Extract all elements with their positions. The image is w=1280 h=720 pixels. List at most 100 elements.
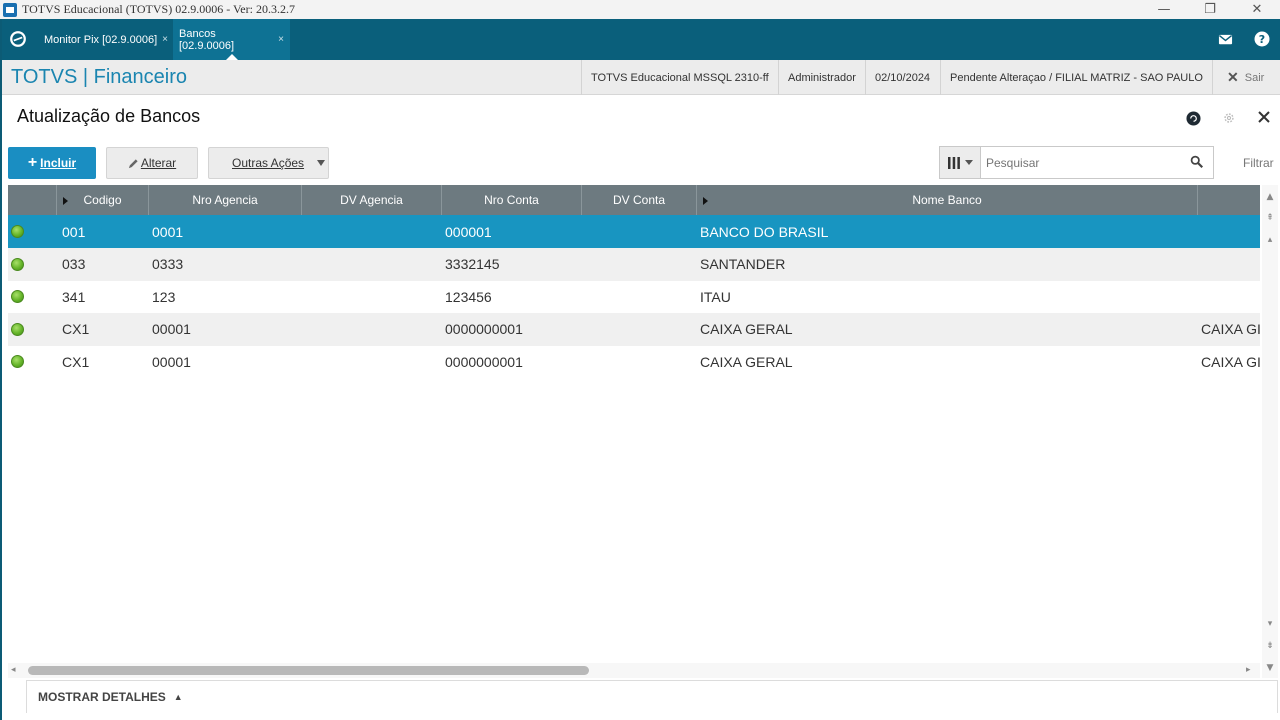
grid-header: Codigo Nro Agencia DV Agencia Nro Conta … [8,185,1260,215]
scroll-down-icon[interactable]: ▾ [1264,618,1276,630]
close-tab-icon[interactable]: × [162,34,168,45]
scroll-page-down-icon[interactable]: ⇟ [1264,640,1276,652]
scroll-bottom-icon[interactable]: ▼ [1264,662,1276,674]
pencil-icon [128,158,138,168]
search-input[interactable] [981,155,1181,170]
include-button[interactable]: + Incluir [8,147,96,179]
column-header-codigo[interactable]: Codigo [57,185,149,215]
status-green-icon [11,290,24,303]
dropdown-caret-icon [317,160,325,166]
cell-nro-agencia: 0001 [152,223,184,240]
cell-nro-conta: 3332145 [445,256,500,272]
tab-bancos[interactable]: Bancos [02.9.0006] × [173,19,290,60]
cell-extra: CAIXA GI [1201,321,1260,337]
close-page-icon[interactable] [1257,110,1271,124]
table-row[interactable]: CX1 00001 0000000001 CAIXA GERAL CAIXA GI [8,345,1260,378]
column-header-nro-agencia[interactable]: Nro Agencia [149,185,302,215]
table-row[interactable]: 001 0001 000001 BANCO DO BRASIL [8,215,1260,248]
cell-nome-banco: CAIXA GERAL [700,353,793,370]
page-title: Atualização de Bancos [17,106,201,126]
cell-nome-banco: SANTANDER [700,256,786,272]
cell-codigo: 001 [62,223,86,240]
column-header-label: Nro Conta [484,193,539,207]
expand-triangle-icon [63,197,68,205]
cell-codigo: CX1 [62,321,90,337]
horizontal-scrollbar[interactable]: ◂ ▸ [8,663,1260,678]
plus-icon: + [27,154,38,171]
cell-codigo: CX1 [62,353,90,370]
column-header-label: Nome Banco [912,193,982,207]
column-selector-button[interactable] [940,147,981,178]
cell-nome-banco: ITAU [700,288,731,305]
scroll-left-icon[interactable]: ◂ [11,665,16,675]
tab-label: Monitor Pix [02.9.0006] [44,33,158,46]
scroll-top-icon[interactable]: ▲ [1264,191,1276,203]
vertical-scrollbar[interactable]: ▲ ⇞ ▴ ▾ ⇟ ▼ [1262,185,1278,678]
totvs-home-icon[interactable] [8,29,28,49]
filter-button[interactable]: Filtrar [1243,156,1274,170]
chat-icon[interactable] [1186,111,1201,126]
help-icon[interactable]: ? [1253,30,1271,48]
settings-gear-icon[interactable] [1222,111,1236,125]
column-header-label: Codigo [83,193,122,207]
column-header-dv-agencia[interactable]: DV Agencia [302,185,442,215]
show-details-toggle[interactable]: MOSTRAR DETALHES ▲ [26,680,1278,713]
columns-icon [948,156,960,169]
mail-icon[interactable] [1216,30,1234,48]
minimize-button[interactable]: — [1141,0,1187,19]
search-icon[interactable] [1190,155,1204,169]
alter-label: Alterar [140,156,177,170]
cell-nro-conta: 0000000001 [445,321,523,337]
module-brand[interactable]: TOTVS | Financeiro [11,66,187,89]
include-label: Incluir [40,156,77,170]
scroll-right-icon[interactable]: ▸ [1246,665,1251,675]
status-green-icon [11,355,24,368]
scroll-page-up-icon[interactable]: ⇞ [1264,212,1276,224]
environment-label[interactable]: TOTVS Educacional MSSQL 2310-ff [581,60,778,95]
branch-label[interactable]: Pendente Alteraçao / FILIAL MATRIZ - SAO… [940,60,1212,95]
window-title: TOTVS Educacional (TOTVS) 02.9.0006 - Ve… [22,2,295,16]
alter-button[interactable]: Alterar [106,147,198,179]
close-window-button[interactable]: ✕ [1234,0,1280,19]
cell-codigo: 341 [62,288,86,305]
column-header-label: Nro Agencia [192,193,258,207]
banks-grid: Codigo Nro Agencia DV Agencia Nro Conta … [8,185,1260,663]
column-header-nome-banco[interactable]: Nome Banco [697,185,1198,215]
scroll-up-icon[interactable]: ▴ [1264,234,1276,246]
column-header-nro-conta[interactable]: Nro Conta [442,185,582,215]
cell-nome-banco: BANCO DO BRASIL [700,223,829,240]
cell-nro-conta: 000001 [445,223,492,240]
status-green-icon [11,322,24,336]
table-row[interactable]: 341 123 123456 ITAU [8,280,1260,313]
close-tab-icon[interactable]: × [278,34,284,45]
status-column-header[interactable] [8,185,57,215]
cell-extra: CAIXA GI [1201,353,1260,370]
other-actions-label: Outras Ações [232,156,305,170]
cell-nro-agencia: 123 [152,288,176,305]
table-row[interactable]: 033 0333 3332145 SANTANDER [8,247,1260,281]
tab-monitor-pix[interactable]: Monitor Pix [02.9.0006] × [38,19,174,60]
cell-nro-agencia: 0333 [152,256,184,272]
column-header-extra[interactable] [1198,185,1260,215]
column-header-dv-conta[interactable]: DV Conta [582,185,697,215]
logout-button[interactable]: ✕ Sair [1212,60,1278,95]
chevron-up-icon: ▲ [173,692,183,702]
column-header-label: DV Conta [612,193,666,207]
app-header: TOTVS | Financeiro TOTVS Educacional MSS… [2,60,1280,95]
table-row[interactable]: CX1 00001 0000000001 CAIXA GERAL CAIXA GI [8,312,1260,346]
other-actions-dropdown[interactable]: Outras Ações [208,147,329,179]
user-label[interactable]: Administrador [778,60,865,95]
close-icon: ✕ [1227,69,1239,85]
search-box [939,146,1214,179]
horizontal-scroll-thumb[interactable] [28,666,589,675]
restore-button[interactable]: ❐ [1187,0,1233,19]
status-green-icon [11,257,24,271]
column-header-label: DV Agencia [340,193,403,207]
expand-triangle-icon [703,197,708,205]
status-green-icon [11,225,24,238]
app-window-icon [3,2,17,17]
cell-nro-conta: 0000000001 [445,353,523,370]
date-label[interactable]: 02/10/2024 [865,60,939,95]
chevron-down-icon [965,160,973,165]
logout-label: Sair [1244,71,1265,84]
